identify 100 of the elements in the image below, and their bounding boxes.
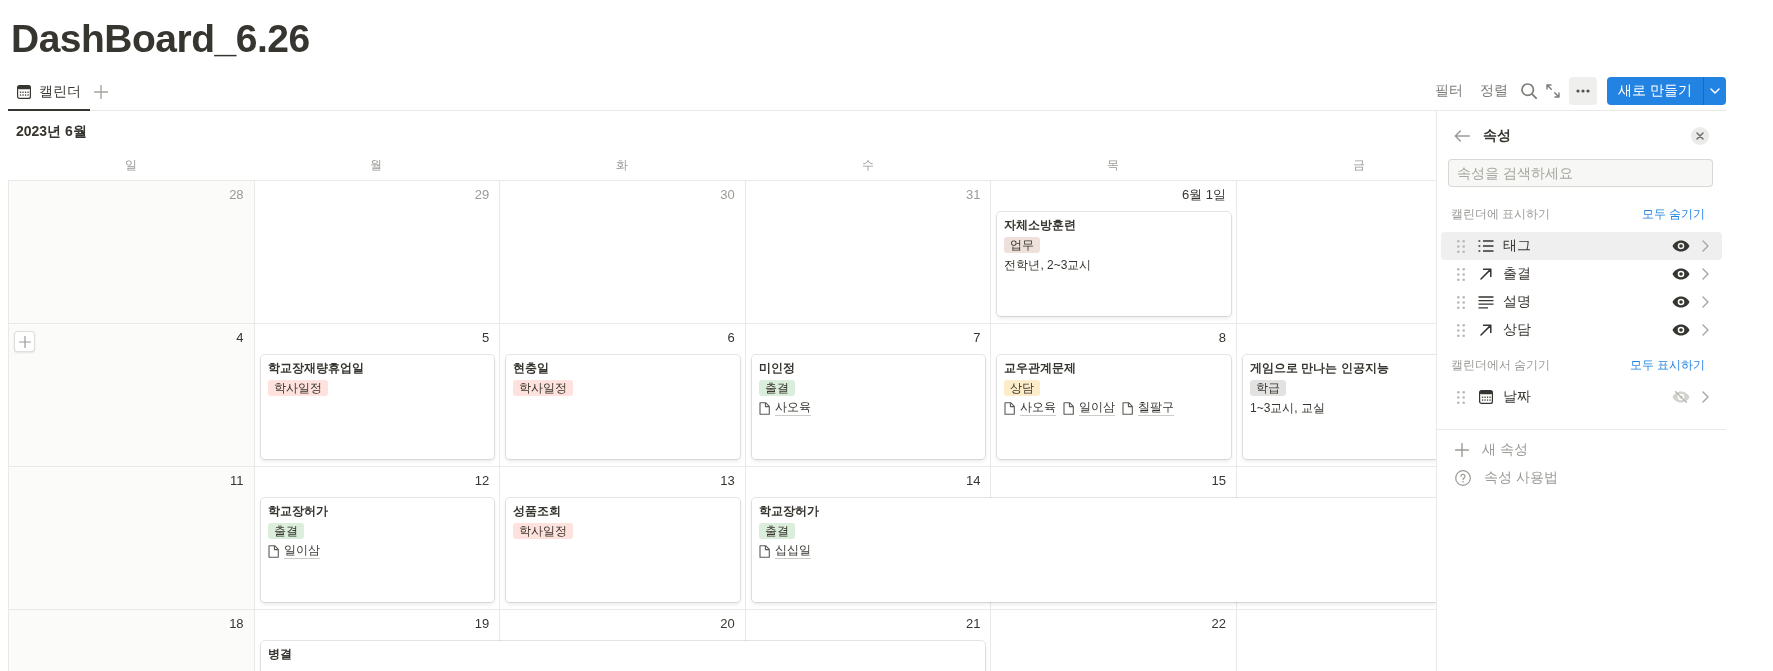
page-link[interactable]: 사오육 [1004,400,1057,416]
search-icon[interactable] [1521,83,1538,99]
day-number: 5 [481,330,490,346]
day-number: 12 [474,473,490,489]
event-title: 자체소방훈련 [1004,217,1077,234]
event-card[interactable]: 현충일 학사일정 [506,355,740,459]
drag-handle-icon[interactable] [1457,239,1465,253]
property-name: 출결 [1503,265,1531,283]
add-event-button[interactable] [14,331,35,352]
weekday-label: 금 [1352,156,1365,174]
event-card[interactable]: 학교장허가 출결 일이삼 [260,498,495,602]
weekday-label: 화 [616,156,628,174]
day-number: 31 [965,187,981,203]
event-card[interactable]: 게임으로 만나는 인공지능 학급 1~3교시, 교실 [1242,355,1436,459]
property-row[interactable]: 상담 [1441,316,1722,344]
diagonal-arrow-icon [1480,324,1492,336]
day-number: 20 [720,616,735,632]
section-label: 캘린더에 표시하기 [1451,205,1551,223]
plus-icon [18,335,31,348]
month-label: 2023년 6월 [16,123,87,141]
eye-icon[interactable] [1672,268,1690,280]
drag-handle-icon[interactable] [1457,295,1465,309]
day-number: 28 [229,187,244,203]
drag-handle-icon[interactable] [1457,267,1465,281]
event-card[interactable]: 학교장허가 출결 십십일 [751,498,1436,602]
weekday-label: 일 [124,156,137,174]
event-card[interactable]: 학교장재량휴업일 학사일정 [260,355,495,459]
day-number: 15 [1211,473,1226,489]
property-row[interactable]: 태그 [1441,232,1722,260]
day-number: 4 [236,330,244,346]
expand-icon[interactable] [1546,84,1561,98]
page-title: DashBoard_6.26 [11,16,310,62]
day-number: 14 [965,473,981,489]
chevron-right-icon [1702,268,1709,280]
property-row[interactable]: 출결 [1441,260,1722,288]
back-arrow-icon[interactable] [1454,130,1470,142]
event-card[interactable]: 성품조회 학사일정 [506,498,740,602]
event-tag: 상담 [1004,380,1041,396]
page-link[interactable]: 칠팔구 [1122,400,1175,416]
sort-button[interactable]: 정렬 [1476,77,1513,105]
day-number: 11 [230,473,244,489]
day-number: 30 [720,187,735,203]
plus-icon[interactable] [94,85,108,99]
filter-button[interactable]: 필터 [1431,77,1468,105]
eye-icon[interactable] [1672,296,1690,308]
property-row[interactable]: 설명 [1441,288,1722,316]
help-icon [1455,470,1471,486]
event-card[interactable]: 교우관계문제 상담 사오육 일이삼 칠팔구 [997,355,1231,459]
section-action-link[interactable]: 모두 숨기기 [1641,205,1705,223]
day-number: 13 [720,473,735,489]
drag-handle-icon[interactable] [1457,323,1465,337]
property-row[interactable]: 날짜 [1441,383,1722,411]
property-name: 상담 [1503,321,1531,339]
dropdown-button[interactable] [1703,77,1726,105]
event-tag: 출결 [758,380,795,396]
day-number: 29 [474,187,490,203]
eye-icon[interactable] [1672,240,1690,252]
calendar-icon [17,84,31,99]
section-action-link[interactable]: 모두 표시하기 [1629,356,1705,374]
event-title: 현충일 [513,360,550,377]
diagonal-arrow-icon [1480,268,1492,280]
document-icon [1063,401,1075,415]
day-number: 19 [474,616,490,632]
chevron-right-icon [1702,324,1709,336]
event-tag: 학사일정 [513,523,574,539]
event-card[interactable]: 병결 [260,641,986,671]
page-link[interactable]: 사오육 [758,400,811,416]
eye-off-icon[interactable] [1672,391,1690,403]
day-number: 21 [965,616,981,632]
section-label: 캘린더에서 숨기기 [1451,356,1551,374]
day-number: 6월 1일 [1181,187,1226,203]
day-number: 22 [1211,616,1226,632]
drag-handle-icon[interactable] [1457,390,1465,404]
event-title: 학교장허가 [267,503,328,520]
day-number: 8 [1218,330,1226,346]
day-number: 18 [229,616,244,632]
event-card[interactable]: 자체소방훈련 업무 전학년, 2~3교시 [997,212,1231,316]
view-tab[interactable]: 캘린더 [8,77,90,111]
panel-title: 속성 [1483,127,1511,145]
list-icon [1478,240,1494,252]
day-number: 7 [973,330,981,346]
event-tag: 업무 [1004,237,1041,253]
search-field[interactable]: 속성을 검색하세요 [1448,159,1713,187]
day-number: 6 [727,330,735,346]
event-tag: 학사일정 [513,380,574,396]
weekday-label: 월 [370,156,383,174]
event-tag: 출결 [758,523,795,539]
event-title: 학교장재량휴업일 [267,360,364,377]
event-tag: 출결 [267,523,304,539]
eye-icon[interactable] [1672,324,1690,336]
event-tag: 학사일정 [267,380,328,396]
more-button[interactable] [1569,77,1598,105]
page-link[interactable]: 일이삼 [1063,400,1116,416]
page-link[interactable]: 일이삼 [267,543,320,559]
event-card[interactable]: 미인정 출결 사오육 [751,355,986,459]
event-tag: 학급 [1249,380,1286,396]
new-button[interactable]: 새로 만들기 [1607,77,1703,105]
close-icon[interactable] [1691,127,1709,145]
chevron-right-icon [1702,391,1709,403]
page-link[interactable]: 십십일 [758,543,811,559]
